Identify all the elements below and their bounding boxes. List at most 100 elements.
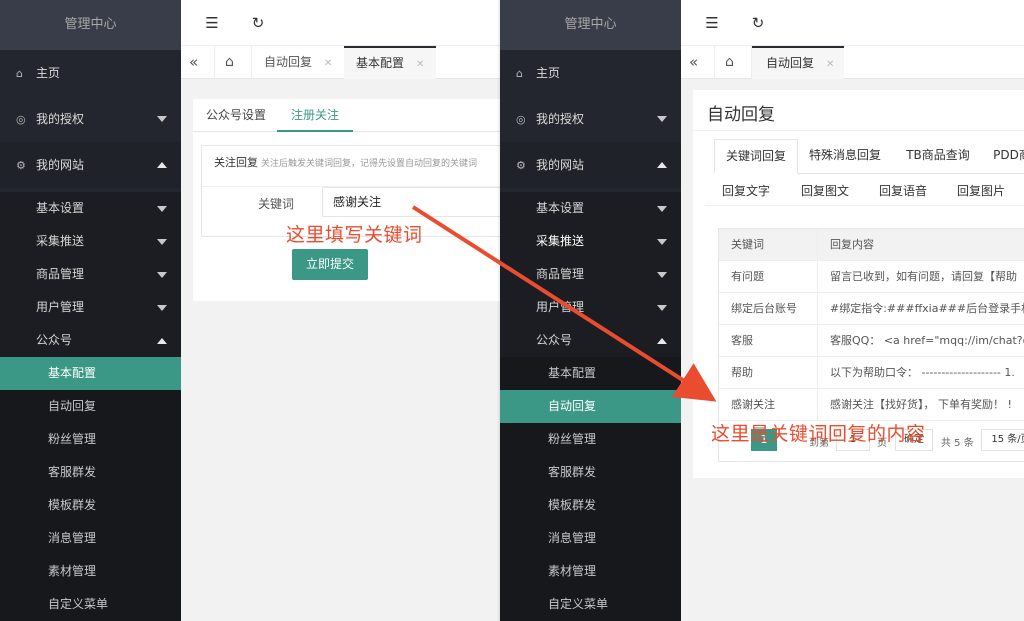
table-cell-keyword: 感谢关注 [719, 389, 818, 421]
close-icon[interactable]: ✕ [826, 59, 834, 70]
sidebar-sub-basic[interactable]: 基本设置 [500, 192, 681, 225]
refresh-icon[interactable]: ↻ [249, 14, 267, 32]
table-row[interactable]: 有问题 留言已收到，如有问题，请回复【帮助 [719, 261, 1024, 293]
tabs-scroll-left-icon[interactable]: « [189, 46, 207, 79]
chevron-down-icon [657, 205, 667, 212]
sidebar-sub-goods[interactable]: 商品管理 [500, 258, 681, 291]
pagination-per-page-select[interactable]: 15 条/页 [981, 429, 1024, 451]
reply-text-link[interactable]: 回复文字 [722, 182, 770, 199]
table-cell-content: 留言已收到，如有问题，请回复【帮助 [830, 270, 1017, 283]
table-cell-keyword: 帮助 [719, 357, 818, 389]
sidebar-item-auto-reply[interactable]: 自动回复 [0, 390, 181, 423]
sidebar-item-messages[interactable]: 消息管理 [0, 522, 181, 555]
sidebar-item-fans[interactable]: 粉丝管理 [0, 423, 181, 456]
sidebar-item-home[interactable]: ⌂ 主页 [500, 50, 681, 96]
table-row[interactable]: 客服 客服QQ： <a href="mqq://im/chat?ch [719, 325, 1024, 357]
reply-image-link[interactable]: 回复图片 [957, 182, 1005, 199]
table-cell-keyword: 有问题 [719, 261, 818, 293]
sidebar-sub-basic[interactable]: 基本设置 [0, 192, 181, 225]
sidebar-item-template-broadcast[interactable]: 模板群发 [0, 489, 181, 522]
tab-pdd[interactable]: PDD商 [987, 139, 1024, 174]
annotation-reply-content: 这里是关键词回复的内容 [711, 423, 926, 445]
sidebar-sub-label: 公众号 [36, 333, 73, 347]
tab-account-settings[interactable]: 公众号设置 [206, 99, 266, 132]
sidebar-sub-wechat[interactable]: 公众号 [0, 324, 181, 357]
sidebar-item-basic-config[interactable]: 基本配置 [0, 357, 181, 390]
table-row[interactable]: 绑定后台账号 #绑定指令:###ffxia###后台登录手机号 [719, 293, 1024, 325]
sidebar-item-fans[interactable]: 粉丝管理 [500, 423, 681, 456]
tab-label: 自动回复 [766, 56, 815, 70]
page-tabs: « ⌂ 自动回复 ✕ 基本配置 ✕ [181, 46, 500, 79]
pagination-total: 共 5 条 [941, 438, 974, 449]
chevron-down-icon [157, 304, 167, 311]
menu-collapse-icon[interactable]: ☰ [703, 14, 721, 32]
sidebar: 管理中心 ⌂ 主页 ◎ 我的授权 ⚙ 我的网站 基本设置 采集推送 商品管理 用户管理… [500, 0, 681, 621]
sidebar-item-custom-menu[interactable]: 自定义菜单 [0, 588, 181, 621]
sidebar-item-home[interactable]: ⌂ 主页 [0, 50, 181, 96]
sidebar-item-label: 我的授权 [36, 112, 85, 126]
gear-icon: ⚙ [16, 159, 26, 172]
submit-button[interactable]: 立即提交 [292, 249, 368, 280]
refresh-icon[interactable]: ↻ [749, 14, 767, 32]
sidebar-sub-goods[interactable]: 商品管理 [0, 258, 181, 291]
home-icon: ⌂ [16, 67, 23, 80]
sidebar-item-materials[interactable]: 素材管理 [500, 555, 681, 588]
home-tab-icon[interactable]: ⌂ [725, 46, 741, 79]
tab-auto-reply[interactable]: 自动回复 ✕ [752, 46, 844, 79]
right-admin-window: 管理中心 ⌂ 主页 ◎ 我的授权 ⚙ 我的网站 基本设置 采集推送 商品管理 用户管理… [500, 0, 1024, 621]
legend-label: 关注回复 [214, 156, 258, 169]
sidebar-item-template-broadcast[interactable]: 模板群发 [500, 489, 681, 522]
tab-basic-config[interactable]: 基本配置 ✕ [344, 46, 436, 79]
keyword-input[interactable]: 感谢关注 [322, 187, 500, 217]
sidebar-item-site[interactable]: ⚙ 我的网站 [0, 142, 181, 188]
chevron-down-icon [157, 238, 167, 245]
tab-special-reply[interactable]: 特殊消息回复 [807, 139, 883, 174]
sidebar-item-custom-menu[interactable]: 自定义菜单 [500, 588, 681, 621]
page-title: 自动回复 [707, 105, 775, 125]
sidebar-sub-collect[interactable]: 采集推送 [500, 225, 681, 258]
chevron-down-icon [157, 116, 167, 122]
sidebar-sub-label: 用户管理 [536, 300, 585, 314]
sidebar-sub-collect[interactable]: 采集推送 [0, 225, 181, 258]
sidebar-item-cs-broadcast[interactable]: 客服群发 [0, 456, 181, 489]
table-cell-content: #绑定指令:###ffxia###后台登录手机号 [830, 302, 1024, 315]
sidebar-sub-wechat[interactable]: 公众号 [500, 324, 681, 357]
table-cell-content: 以下为帮助口令： -------------------- 1. [830, 366, 1015, 379]
reply-voice-link[interactable]: 回复语音 [879, 182, 927, 199]
sidebar-item-basic-config[interactable]: 基本配置 [500, 357, 681, 390]
sidebar-item-cs-broadcast[interactable]: 客服群发 [500, 456, 681, 489]
chevron-down-icon [657, 304, 667, 311]
tab-auto-reply[interactable]: 自动回复 ✕ [264, 46, 332, 79]
sidebar-item-auth[interactable]: ◎ 我的授权 [0, 96, 181, 142]
sidebar-item-site[interactable]: ⚙ 我的网站 [500, 142, 681, 188]
table-cell-content: 客服QQ： <a href="mqq://im/chat?ch [830, 334, 1024, 347]
chevron-up-icon [657, 162, 667, 168]
sidebar: 管理中心 ⌂ 主页 ◎ 我的授权 ⚙ 我的网站 基本设置 采集推送 商品管理 用户管理… [0, 0, 181, 621]
close-icon[interactable]: ✕ [324, 58, 332, 69]
sidebar-item-auto-reply[interactable]: 自动回复 [500, 390, 681, 423]
sidebar-item-messages[interactable]: 消息管理 [500, 522, 681, 555]
chevron-up-icon [157, 162, 167, 168]
tab-tb-query[interactable]: TB商品查询 [899, 139, 977, 174]
config-subtabs: 公众号设置 注册关注 [193, 99, 500, 132]
legend-hint: 关注后触发关键词回复，记得先设置自动回复的关键词 [261, 159, 478, 169]
table-row[interactable]: 感谢关注 感谢关注【找好货】， 下单有奖励！ ! [719, 389, 1024, 421]
sidebar-title: 管理中心 [0, 0, 181, 50]
chevron-down-icon [657, 116, 667, 122]
tabs-scroll-left-icon[interactable]: « [689, 46, 707, 79]
home-tab-icon[interactable]: ⌂ [225, 46, 241, 79]
reply-news-link[interactable]: 回复图文 [801, 182, 849, 199]
tab-follow-reply[interactable]: 注册关注 [277, 99, 354, 132]
annotation-fill-keyword: 这里填写关键词 [286, 224, 423, 246]
main-area: ☰ ↻ « ⌂ 自动回复 ✕ 自动回复 关键词回复 特殊消息回复 TB商品查询 P… [681, 0, 1024, 621]
sidebar-sub-users[interactable]: 用户管理 [0, 291, 181, 324]
sidebar-item-materials[interactable]: 素材管理 [0, 555, 181, 588]
sidebar-sub-users[interactable]: 用户管理 [500, 291, 681, 324]
tab-label: 自动回复 [264, 55, 313, 69]
menu-collapse-icon[interactable]: ☰ [203, 14, 221, 32]
tab-keyword-reply[interactable]: 关键词回复 [714, 139, 798, 174]
sidebar-item-auth[interactable]: ◎ 我的授权 [500, 96, 681, 142]
chevron-down-icon [657, 271, 667, 278]
table-row[interactable]: 帮助 以下为帮助口令： -------------------- 1. [719, 357, 1024, 389]
close-icon[interactable]: ✕ [416, 59, 424, 70]
